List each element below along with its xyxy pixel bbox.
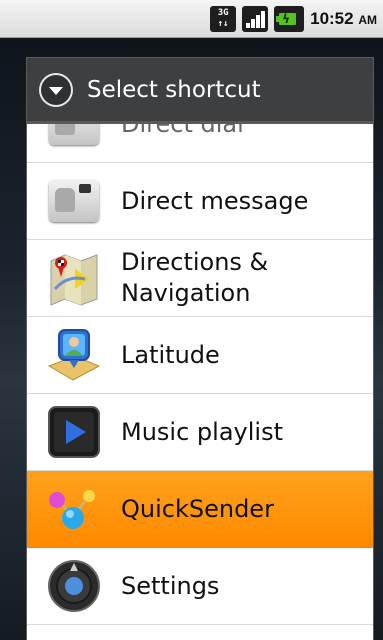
list-item-quicksender[interactable]: QuickSender — [27, 471, 373, 548]
dialog-title: Select shortcut — [87, 76, 261, 103]
list-item-settings[interactable]: Settings — [27, 548, 373, 625]
list-item-label: Direct dial — [121, 124, 244, 140]
dropdown-circle-icon — [39, 72, 73, 107]
network-type-label: 3G — [217, 7, 229, 18]
message-card-icon — [45, 172, 103, 230]
clock: 10:52 AM — [310, 9, 377, 29]
map-navigation-icon — [45, 249, 103, 307]
shortcut-list[interactable]: Direct dial Direct message — [27, 124, 373, 638]
list-item-label: Latitude — [121, 340, 220, 369]
list-item-direct-dial[interactable]: Direct dial — [27, 124, 373, 163]
battery-charging-icon: ϟ — [274, 5, 305, 32]
list-item-label-line1: Directions & — [121, 248, 269, 276]
music-play-icon — [45, 403, 103, 461]
quicksender-molecule-icon — [45, 480, 103, 538]
latitude-map-icon — [45, 326, 103, 384]
3g-network-icon: 3G ↑↓ — [210, 5, 237, 32]
clock-ampm: AM — [358, 12, 377, 27]
list-item-latitude[interactable]: Latitude — [27, 317, 373, 394]
list-item-directions-navigation[interactable]: Directions & Navigation — [27, 240, 373, 317]
select-shortcut-dialog: Select shortcut Direct dial Direct messa… — [26, 57, 374, 640]
settings-dial-icon — [45, 557, 103, 615]
list-item-label: Directions & Navigation — [121, 247, 268, 309]
list-item-label-line2: Navigation — [121, 279, 251, 307]
phone-card-icon — [45, 124, 103, 153]
list-item-label: Direct message — [121, 186, 309, 215]
dialog-header: Select shortcut — [27, 58, 373, 124]
list-item-label: Settings — [121, 571, 220, 600]
list-item-label: Music playlist — [121, 417, 283, 446]
status-bar: 3G ↑↓ ϟ 10:52 AM — [0, 0, 383, 38]
clock-time: 10:52 — [310, 8, 354, 28]
list-item-direct-message[interactable]: Direct message — [27, 163, 373, 240]
signal-strength-icon — [242, 5, 269, 32]
list-item-music-playlist[interactable]: Music playlist — [27, 394, 373, 471]
network-activity-label: ↑↓ — [217, 18, 229, 29]
list-item-label: QuickSender — [121, 494, 274, 523]
